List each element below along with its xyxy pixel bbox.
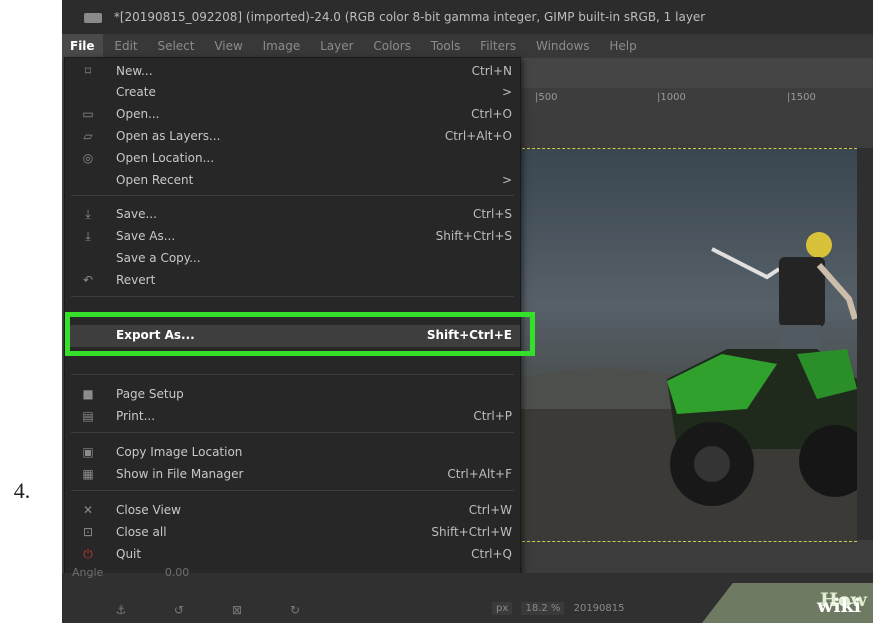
save-as-icon: ⤓ — [85, 229, 91, 243]
menu-item-close-all[interactable]: ⊡ Close all Shift+Ctrl+W — [65, 522, 520, 544]
gimp-app-icon — [84, 12, 102, 23]
ruler-tick: |1500 — [787, 92, 816, 103]
menu-separator — [71, 432, 514, 433]
undo-icon[interactable]: ↺ — [150, 603, 208, 617]
menu-item-save[interactable]: ⤓ Save... Ctrl+S — [65, 204, 520, 226]
print-icon: ▤ — [82, 409, 94, 423]
menu-layer[interactable]: Layer — [312, 34, 361, 58]
menu-filters[interactable]: Filters — [472, 34, 524, 58]
anchor-icon[interactable]: ⚓ — [92, 603, 150, 617]
zoom-select[interactable]: 18.2 % — [521, 602, 565, 615]
menu-item-copy-image-location[interactable]: ▣ Copy Image Location — [65, 442, 520, 464]
horizontal-ruler: |500 |1000 |1500 — [517, 88, 873, 111]
gimp-window: *[20190815_092208] (imported)-24.0 (RGB … — [62, 0, 873, 623]
menu-item-open-recent[interactable]: Open Recent > — [65, 170, 520, 192]
menu-item-close-view[interactable]: ✕ Close View Ctrl+W — [65, 500, 520, 522]
window-title: *[20190815_092208] (imported)-24.0 (RGB … — [113, 10, 706, 24]
unit-select[interactable]: px — [492, 602, 513, 615]
menu-separator — [71, 195, 514, 196]
menu-edit[interactable]: Edit — [106, 34, 145, 58]
menu-bar: File Edit Select View Image Layer Colors… — [62, 34, 873, 58]
menu-file[interactable]: File — [62, 34, 103, 58]
copy-location-icon: ▣ — [82, 445, 94, 459]
menu-tools[interactable]: Tools — [423, 34, 469, 58]
save-icon: ⤓ — [85, 207, 91, 221]
image-canvas[interactable] — [517, 148, 857, 542]
step-number: 4. — [13, 478, 31, 503]
ruler-tick: |1000 — [657, 92, 686, 103]
menu-item-revert[interactable]: ↶ Revert — [65, 270, 520, 292]
menu-item-page-setup[interactable]: ■ Page Setup — [65, 384, 520, 406]
menu-windows[interactable]: Windows — [528, 34, 598, 58]
angle-label: Angle — [72, 566, 104, 579]
file-menu-dropdown: ⌑ New... Ctrl+N Create > ▭ Open... Ctrl+… — [64, 57, 535, 575]
reset-icon[interactable]: ↻ — [266, 603, 324, 617]
title-bar: *[20190815_092208] (imported)-24.0 (RGB … — [62, 0, 873, 34]
revert-icon: ↶ — [82, 273, 94, 287]
page-setup-icon: ■ — [82, 387, 94, 401]
menu-image[interactable]: Image — [255, 34, 309, 58]
submenu-arrow-icon: > — [501, 85, 512, 99]
quit-icon: ⏻ — [83, 547, 93, 561]
menu-view[interactable]: View — [206, 34, 250, 58]
globe-icon: ◎ — [82, 151, 94, 165]
status-bar: px 18.2 % 20190815 — [492, 602, 625, 615]
menu-separator — [71, 374, 514, 375]
file-manager-icon: ▦ — [82, 467, 94, 481]
menu-item-save-a-copy[interactable]: Save a Copy... — [65, 248, 520, 270]
menu-item-open[interactable]: ▭ Open... Ctrl+O — [65, 104, 520, 126]
photo-atv-rider — [517, 232, 857, 541]
menu-select[interactable]: Select — [149, 34, 202, 58]
menu-separator — [71, 490, 514, 491]
angle-input[interactable]: 0.00 — [165, 566, 190, 579]
ruler-tick: |500 — [535, 92, 558, 103]
open-icon: ▭ — [82, 107, 94, 121]
menu-item-save-as[interactable]: ⤓ Save As... Shift+Ctrl+S — [65, 226, 520, 248]
open-layers-icon: ▱ — [83, 129, 93, 143]
vertical-scrollbar[interactable] — [857, 148, 873, 540]
menu-item-create[interactable]: Create > — [65, 82, 520, 104]
menu-item-open-location[interactable]: ◎ Open Location... — [65, 148, 520, 170]
close-icon: ✕ — [82, 503, 94, 517]
menu-colors[interactable]: Colors — [365, 34, 419, 58]
menu-separator — [71, 296, 514, 297]
menu-help[interactable]: Help — [601, 34, 644, 58]
export-highlight-box — [65, 312, 535, 356]
bottom-toolbar: ⚓ ↺ ⊠ ↻ — [92, 603, 324, 617]
new-icon: ⌑ — [84, 64, 92, 78]
export-icon[interactable]: ⊠ — [208, 603, 266, 617]
menu-item-new[interactable]: ⌑ New... Ctrl+N — [65, 61, 520, 83]
tool-options-angle: Angle 0.00 — [72, 566, 189, 579]
menu-item-quit[interactable]: ⏻ Quit Ctrl+Q — [65, 544, 520, 566]
menu-item-print[interactable]: ▤ Print... Ctrl+P — [65, 406, 520, 428]
menu-item-show-in-file-manager[interactable]: ▦ Show in File Manager Ctrl+Alt+F — [65, 464, 520, 486]
submenu-arrow-icon: > — [501, 173, 512, 187]
close-all-icon: ⊡ — [82, 525, 94, 539]
status-filename: 20190815 — [573, 603, 625, 614]
menu-item-open-as-layers[interactable]: ▱ Open as Layers... Ctrl+Alt+O — [65, 126, 520, 148]
